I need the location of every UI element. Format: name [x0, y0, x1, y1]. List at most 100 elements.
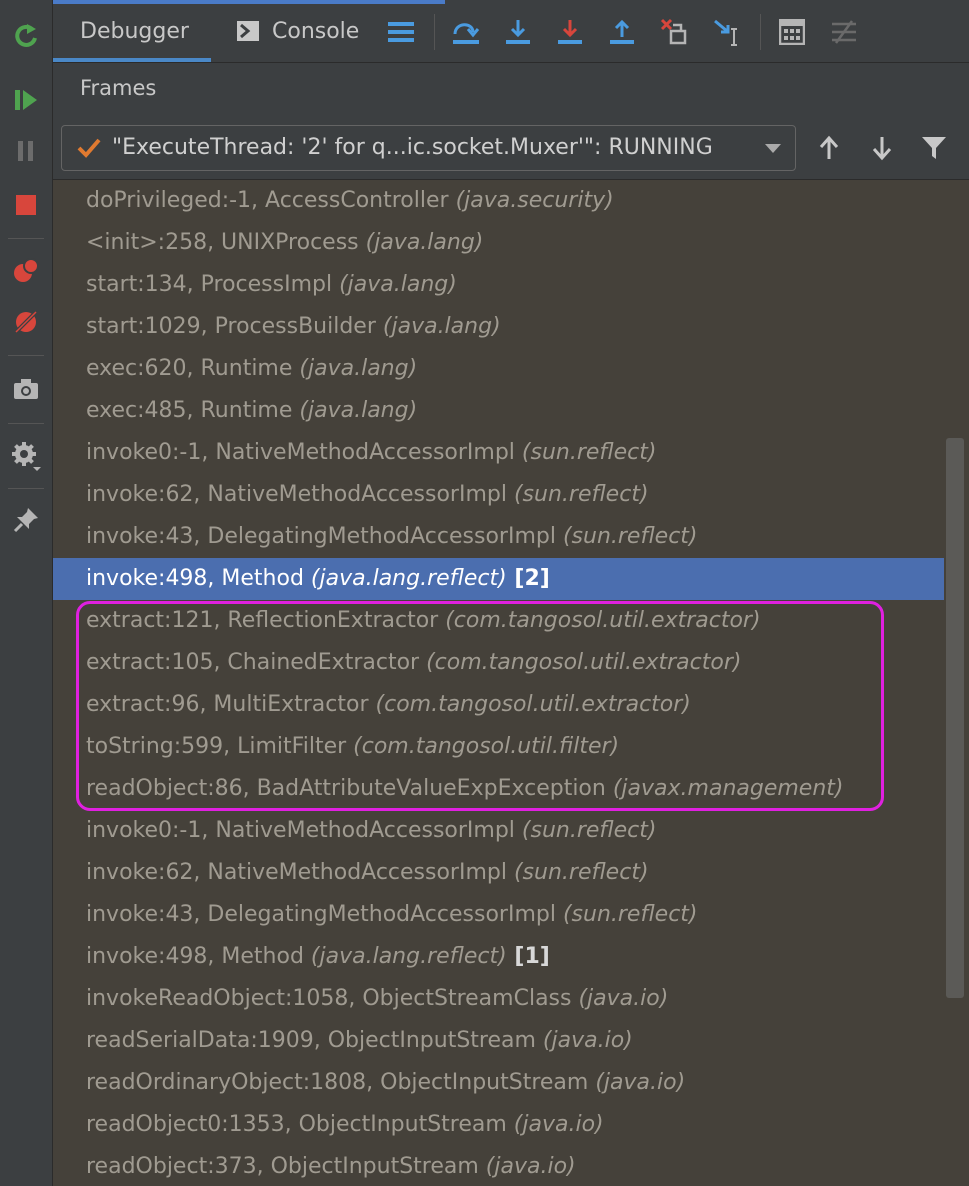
frame-method: readSerialData:1909, ObjectInputStream [86, 1028, 543, 1053]
frame-row[interactable]: readObject0:1353, ObjectInputStream (jav… [53, 1104, 944, 1146]
frame-package: (sun.reflect) [513, 860, 649, 885]
step-out-icon[interactable] [604, 14, 640, 50]
frame-row[interactable]: doPrivileged:-1, AccessController (java.… [53, 180, 944, 222]
tab-debugger[interactable]: Debugger [80, 0, 189, 62]
mute-breakpoints-icon[interactable] [0, 300, 52, 344]
frame-method: invoke:43, DelegatingMethodAccessorImpl [86, 524, 563, 549]
frame-row[interactable]: invokeReadObject:1058, ObjectStreamClass… [53, 978, 944, 1020]
frame-count: [1] [506, 944, 550, 969]
frame-package: (java.io) [513, 1112, 604, 1137]
debug-tool-strip [0, 0, 53, 1186]
frame-text: invoke:43, DelegatingMethodAccessorImpl … [86, 894, 698, 936]
frame-text: readObject0:1353, ObjectInputStream (jav… [86, 1104, 604, 1146]
frame-text: readObject:373, ObjectInputStream (java.… [86, 1146, 576, 1186]
drop-frame-icon[interactable] [656, 14, 692, 50]
menu-icon[interactable] [383, 14, 419, 50]
frame-package: (java.lang) [299, 398, 418, 423]
frame-package: (java.io) [578, 986, 669, 1011]
frames-header-label: Frames [80, 76, 157, 100]
frame-package: (java.lang) [382, 314, 501, 339]
frame-package: (sun.reflect) [562, 524, 698, 549]
frame-package: (java.lang) [339, 272, 457, 297]
frame-row[interactable]: readSerialData:1909, ObjectInputStream (… [53, 1020, 944, 1062]
frame-text: exec:620, Runtime (java.lang) [86, 348, 417, 390]
rerun-icon[interactable] [0, 14, 52, 58]
frame-method: <init>:258, UNIXProcess [86, 230, 366, 255]
frame-package: (java.io) [485, 1154, 576, 1179]
frame-method: exec:620, Runtime [86, 356, 300, 381]
resume-icon[interactable] [0, 78, 52, 122]
frame-text: invokeReadObject:1058, ObjectStreamClass… [86, 978, 668, 1020]
run-to-cursor-icon[interactable] [708, 14, 744, 50]
frame-text: invoke:43, DelegatingMethodAccessorImpl … [86, 516, 698, 558]
frame-method: readObject0:1353, ObjectInputStream [86, 1112, 514, 1137]
frame-text: exec:485, Runtime (java.lang) [86, 390, 417, 432]
stop-icon[interactable] [0, 183, 52, 227]
frame-method: doPrivileged:-1, AccessController [86, 188, 456, 213]
frame-text: start:1029, ProcessBuilder (java.lang) [86, 306, 501, 348]
frame-package: (java.lang) [299, 356, 418, 381]
frame-row[interactable]: readOrdinaryObject:1808, ObjectInputStre… [53, 1062, 944, 1104]
frame-text: readOrdinaryObject:1808, ObjectInputStre… [86, 1062, 685, 1104]
evaluate-expression-icon[interactable] [774, 14, 810, 50]
force-step-into-icon[interactable] [552, 14, 588, 50]
frame-package: (java.lang.reflect) [310, 944, 507, 969]
pause-icon[interactable] [0, 129, 52, 173]
frame-text: readSerialData:1909, ObjectInputStream (… [86, 1020, 633, 1062]
frame-row[interactable]: invoke0:-1, NativeMethodAccessorImpl (su… [53, 432, 944, 474]
step-into-icon[interactable] [500, 14, 536, 50]
camera-icon[interactable] [0, 367, 52, 411]
frame-row[interactable]: exec:620, Runtime (java.lang) [53, 348, 944, 390]
thread-running-check-icon [77, 138, 101, 158]
frame-method: invokeReadObject:1058, ObjectStreamClass [86, 986, 579, 1011]
frame-method: start:1029, ProcessBuilder [86, 314, 383, 339]
frame-method: invoke:62, NativeMethodAccessorImpl [86, 482, 514, 507]
frame-row[interactable]: start:134, ProcessImpl (java.lang) [53, 264, 944, 306]
frame-package: (java.io) [595, 1070, 686, 1095]
trace-icon[interactable] [826, 14, 862, 50]
frame-method: invoke:43, DelegatingMethodAccessorImpl [86, 902, 563, 927]
frame-count: [2] [506, 566, 550, 591]
frame-row[interactable]: invoke:498, Method (java.lang.reflect) [… [53, 936, 944, 978]
chevron-down-icon [765, 144, 781, 153]
active-tab-underline [53, 58, 211, 62]
frame-package: (sun.reflect) [521, 818, 657, 843]
filter-icon[interactable] [919, 132, 949, 164]
frame-package: (java.io) [542, 1028, 633, 1053]
frame-text: invoke:62, NativeMethodAccessorImpl (sun… [86, 852, 649, 894]
tab-console[interactable]: Console [236, 0, 359, 62]
tab-debugger-label: Debugger [80, 18, 189, 44]
view-breakpoints-icon[interactable] [0, 248, 52, 292]
frame-row[interactable]: invoke:43, DelegatingMethodAccessorImpl … [53, 516, 944, 558]
frame-package: (sun.reflect) [513, 482, 649, 507]
next-frame-arrow-down-icon[interactable] [867, 132, 897, 164]
frame-package: (java.lang) [365, 230, 484, 255]
frame-row[interactable]: <init>:258, UNIXProcess (java.lang) [53, 222, 944, 264]
scrollbar-thumb[interactable] [946, 438, 964, 998]
highlight-annotation-box [76, 601, 884, 811]
console-icon [237, 21, 259, 41]
frame-method: readOrdinaryObject:1808, ObjectInputStre… [86, 1070, 596, 1095]
frame-text: start:134, ProcessImpl (java.lang) [86, 264, 457, 306]
frame-row[interactable]: invoke:498, Method (java.lang.reflect) [… [53, 558, 944, 600]
frame-row[interactable]: invoke:62, NativeMethodAccessorImpl (sun… [53, 474, 944, 516]
frame-method: invoke0:-1, NativeMethodAccessorImpl [86, 818, 522, 843]
frame-row[interactable]: start:1029, ProcessBuilder (java.lang) [53, 306, 944, 348]
frame-row[interactable]: invoke0:-1, NativeMethodAccessorImpl (su… [53, 810, 944, 852]
thread-dropdown[interactable]: "ExecuteThread: '2' for q...ic.socket.Mu… [61, 125, 796, 171]
settings-icon[interactable] [0, 434, 52, 478]
frame-row[interactable]: readObject:373, ObjectInputStream (java.… [53, 1146, 944, 1186]
frame-method: start:134, ProcessImpl [86, 272, 340, 297]
frame-text: doPrivileged:-1, AccessController (java.… [86, 180, 614, 222]
frame-row[interactable]: exec:485, Runtime (java.lang) [53, 390, 944, 432]
thread-dropdown-value: "ExecuteThread: '2' for q...ic.socket.Mu… [112, 135, 713, 160]
frame-package: (java.lang.reflect) [310, 566, 507, 591]
frame-package: (sun.reflect) [521, 440, 657, 465]
previous-frame-arrow-up-icon[interactable] [814, 132, 844, 164]
frames-scrollbar[interactable] [944, 180, 969, 1186]
tab-console-label: Console [272, 18, 360, 44]
step-over-icon[interactable] [448, 14, 484, 50]
pin-icon[interactable] [0, 498, 52, 542]
frame-row[interactable]: invoke:43, DelegatingMethodAccessorImpl … [53, 894, 944, 936]
frame-row[interactable]: invoke:62, NativeMethodAccessorImpl (sun… [53, 852, 944, 894]
